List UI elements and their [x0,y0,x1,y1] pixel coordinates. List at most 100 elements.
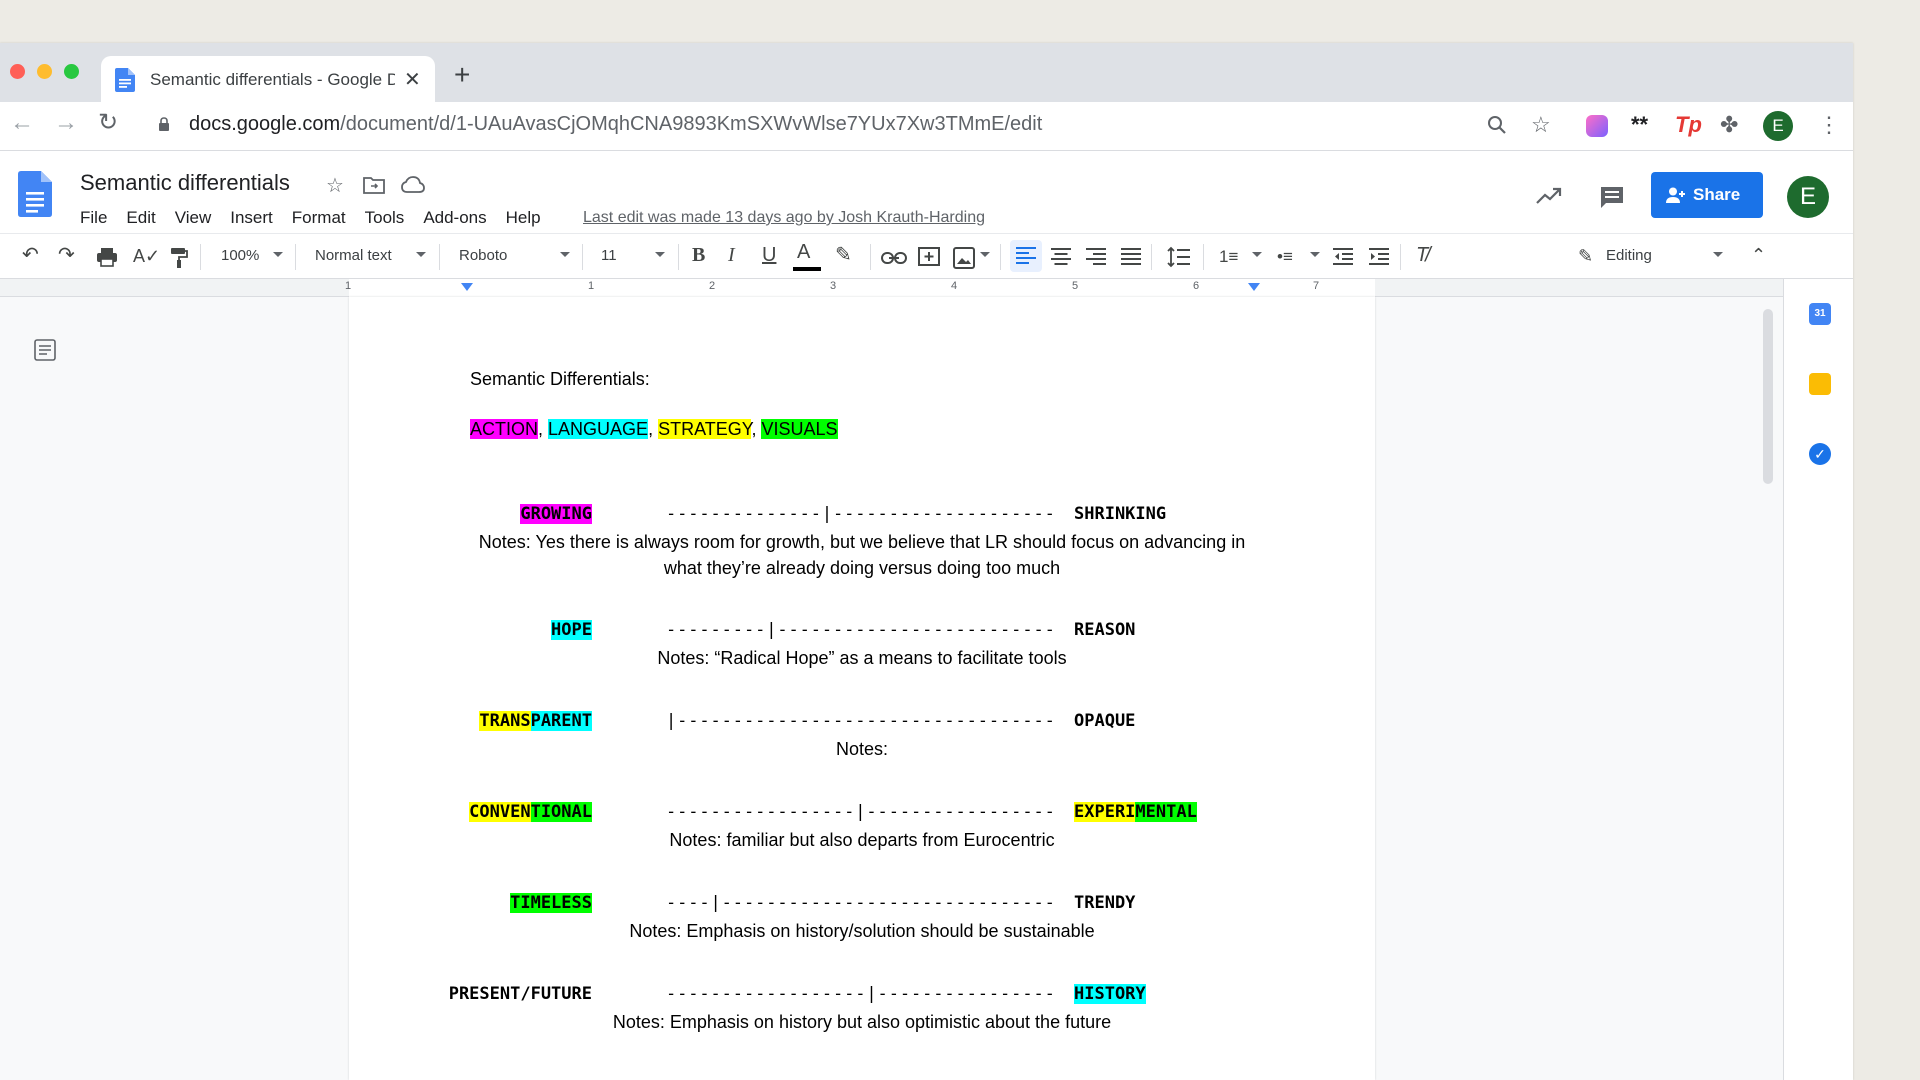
bookmark-star-icon[interactable]: ☆ [1531,114,1551,136]
term-part: SHRINKING [1074,504,1167,524]
left-term: PRESENT/FUTURE [449,984,592,1004]
bulleted-list-icon[interactable]: •≡ [1277,248,1293,265]
clear-formatting-icon[interactable]: T̸ [1416,245,1428,265]
docs-logo-icon[interactable] [18,171,52,217]
left-indent-marker[interactable] [461,283,473,291]
justify-icon[interactable] [1121,248,1141,266]
style-dropdown-icon[interactable] [416,252,426,257]
zoom-select[interactable]: 100% [221,247,259,264]
insert-comment-icon[interactable] [918,247,940,269]
zoom-icon[interactable] [1486,114,1508,136]
undo-icon[interactable]: ↶ [22,245,39,265]
align-left-button[interactable] [1010,240,1042,272]
menu-help[interactable]: Help [506,208,541,228]
extension-gradient-icon[interactable] [1586,115,1608,137]
lock-icon [159,117,169,131]
cloud-status-icon[interactable] [401,176,425,194]
font-select[interactable]: Roboto [459,247,507,264]
star-icon[interactable]: ☆ [326,173,344,198]
right-indent-marker[interactable] [1248,283,1260,291]
underline-icon[interactable]: U [762,245,776,265]
menu-format[interactable]: Format [292,208,346,228]
new-tab-button[interactable]: + [454,61,470,89]
tab-strip: Semantic differentials - Google Docs ✕ + [0,43,1853,102]
browser-tab[interactable]: Semantic differentials - Google Docs ✕ [101,56,435,102]
menu-edit[interactable]: Edit [126,208,155,228]
paint-format-icon[interactable] [170,247,188,269]
extension-tp-icon[interactable]: Tp [1675,114,1702,136]
activity-trend-icon[interactable] [1536,187,1562,205]
tab-close-icon[interactable]: ✕ [404,67,421,92]
font-dropdown-icon[interactable] [560,252,570,257]
menu-insert[interactable]: Insert [230,208,273,228]
increase-indent-icon[interactable] [1369,248,1389,266]
font-size-select[interactable]: 11 [601,247,617,264]
editing-mode-select[interactable]: Editing [1606,247,1652,264]
document-page[interactable]: Semantic Differentials: ACTION, LANGUAGE… [349,297,1375,1080]
highlight-pen-icon[interactable]: ✎ [835,245,852,265]
bulleted-list-dropdown-icon[interactable] [1310,252,1320,257]
term-part: PARENT [530,711,592,731]
ruler-mark: 7 [1313,280,1320,292]
align-right-icon[interactable] [1086,248,1106,266]
decrease-indent-icon[interactable] [1333,248,1353,266]
menu-file[interactable]: File [80,208,107,228]
editing-mode-dropdown-icon[interactable] [1713,252,1723,257]
numbered-list-dropdown-icon[interactable] [1252,252,1262,257]
note-text: Notes: Emphasis on history but also opti… [612,1012,1112,1032]
back-arrow-icon[interactable]: ← [10,111,34,135]
image-dropdown-icon[interactable] [980,252,990,257]
browser-menu-icon[interactable]: ⋮ [1818,114,1840,136]
share-button[interactable]: Share [1651,172,1763,218]
menu-view[interactable]: View [175,208,212,228]
profile-avatar[interactable]: E [1763,111,1793,141]
move-folder-icon[interactable] [363,176,385,194]
collapse-toolbar-icon[interactable]: ⌃ [1751,246,1766,264]
extensions-puzzle-icon[interactable]: ✤ [1720,114,1738,136]
keep-icon[interactable] [1809,373,1831,395]
maximize-window-button[interactable] [64,64,79,79]
account-avatar[interactable]: E [1787,176,1829,218]
scale-line: ------------------|---------------- [666,984,1056,1004]
vertical-scrollbar[interactable] [1763,309,1773,484]
zoom-dropdown-icon[interactable] [273,252,283,257]
print-icon[interactable] [96,247,118,267]
extension-asterisk-icon[interactable]: ** [1631,114,1648,136]
reload-icon[interactable]: ↻ [98,111,118,135]
spellcheck-icon[interactable]: A✓ [133,247,160,265]
line-spacing-icon[interactable] [1167,246,1191,268]
address-bar[interactable]: docs.google.com/document/d/1-UAuAvasCjOM… [142,106,1622,146]
insert-image-icon[interactable] [953,247,975,269]
text-color-icon[interactable]: A [797,242,810,262]
forward-arrow-icon[interactable]: → [54,111,78,135]
term-part: GROWING [520,504,592,524]
menu-addons[interactable]: Add-ons [423,208,486,228]
share-label: Share [1693,185,1741,204]
font-size-dropdown-icon[interactable] [655,252,665,257]
document-title[interactable]: Semantic differentials [80,170,290,196]
numbered-list-icon[interactable]: 1≡ [1219,248,1238,265]
minimize-window-button[interactable] [37,64,52,79]
term-part: TIMELESS [510,893,592,913]
comments-icon[interactable] [1599,185,1625,209]
tasks-icon[interactable]: ✓ [1809,443,1831,465]
ruler-mark: 2 [709,280,716,292]
document-canvas: Semantic Differentials: ACTION, LANGUAGE… [0,297,1783,1080]
align-left-icon [1016,247,1036,264]
toolbar-separator [1400,244,1401,270]
insert-link-icon[interactable] [881,251,907,265]
close-window-button[interactable] [10,64,25,79]
bold-icon[interactable]: B [692,245,705,265]
last-edit-link[interactable]: Last edit was made 13 days ago by Josh K… [583,209,985,227]
menu-tools[interactable]: Tools [365,208,405,228]
italic-icon[interactable]: I [728,245,735,265]
redo-icon[interactable]: ↷ [58,245,75,265]
align-center-icon[interactable] [1051,248,1071,266]
editing-pencil-icon[interactable]: ✎ [1578,247,1593,265]
scale-line: ----|------------------------------ [666,893,1056,913]
calendar-icon[interactable]: 31 [1809,303,1831,325]
document-outline-icon[interactable] [34,339,56,361]
legend-visuals: VISUALS [761,419,838,439]
right-term: TRENDY [1074,893,1135,913]
paragraph-style-select[interactable]: Normal text [315,247,392,264]
